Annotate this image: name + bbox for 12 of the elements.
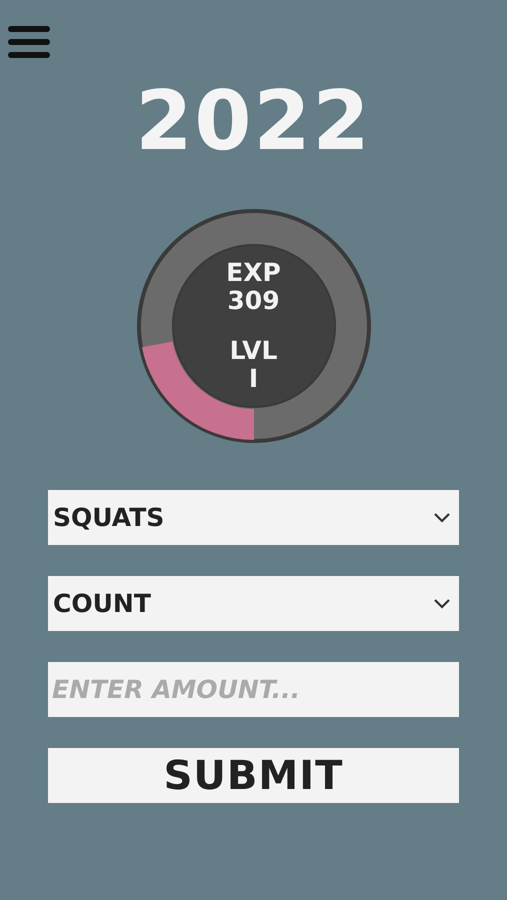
chevron-down-icon [433,512,451,523]
submit-button[interactable]: SUBMIT [48,748,459,803]
level-value: I [248,365,258,393]
amount-input-field[interactable]: ENTER AMOUNT... [48,662,459,717]
exp-value: 309 [227,287,280,315]
exp-label: EXP [226,259,281,287]
year-title: 2022 [135,81,372,163]
chevron-down-icon [433,598,451,609]
level-label: LVL [230,337,278,365]
exercise-dropdown[interactable]: COUNT [48,576,459,631]
exercise-dropdown[interactable]: SQUATS [48,490,459,545]
menu-icon [8,24,50,60]
